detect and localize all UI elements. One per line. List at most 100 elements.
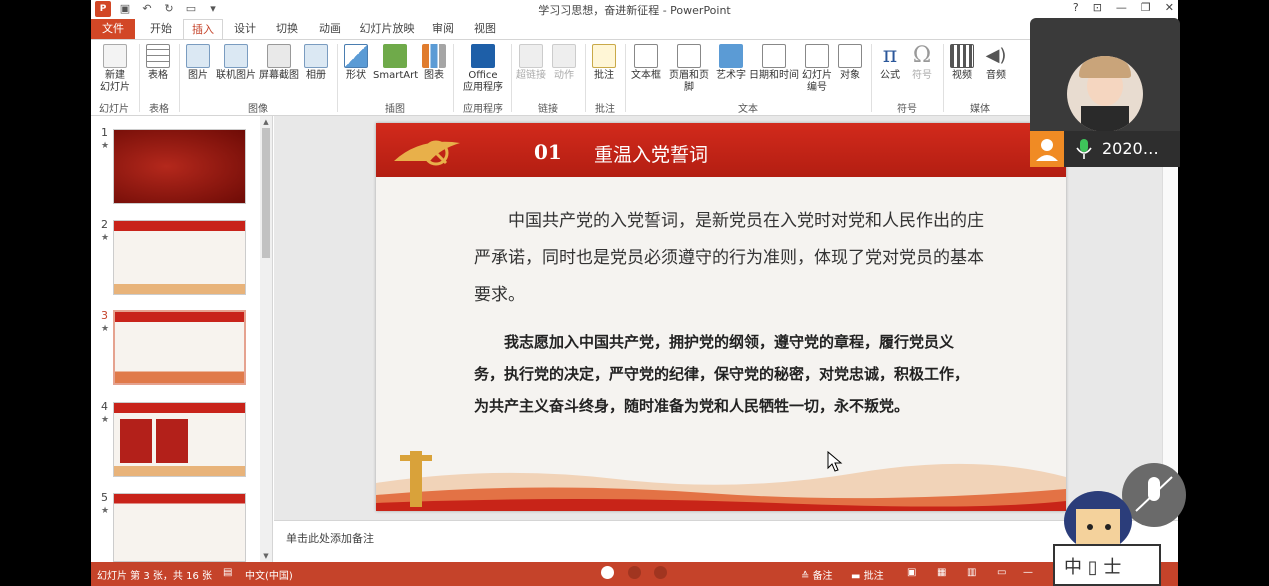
group-apps-label: 应用程序 [463,104,503,115]
minimize-icon[interactable]: — [1116,1,1127,14]
group-media-label: 媒体 [970,104,990,115]
slide-editor: 01 重温入党誓词 中国共产党的入党誓词，是新党员在入党时对党和人民作出的庄严承… [274,116,1178,520]
speaker-icon: ◀) [985,45,1007,66]
chart-button[interactable]: 图表 [419,44,449,82]
slideshow-view-icon[interactable]: ▭ [997,567,1006,578]
tab-animations[interactable]: 动画 [309,19,351,39]
smartart-button[interactable]: SmartArt [373,44,418,82]
datetime-button[interactable]: 日期和时间 [749,44,799,82]
album-button[interactable]: 相册 [301,44,331,82]
current-slide[interactable]: 01 重温入党誓词 中国共产党的入党誓词，是新党员在入党时对党和人民作出的庄严承… [376,123,1066,511]
wordart-button[interactable]: 艺术字 [715,44,747,82]
zoom-out-icon[interactable]: — [1023,567,1033,578]
language-indicator[interactable]: 中文(中国) [245,567,293,582]
smartart-icon [383,44,407,68]
thumbnail-red-book [156,419,188,463]
pi-icon: π [882,43,898,68]
scroll-up-icon[interactable]: ▲ [260,116,272,128]
thumbnail-number: 3 [101,309,108,322]
thumbnail-slide-3[interactable] [113,310,246,385]
group-separator [871,44,872,112]
object-button[interactable]: 对象 [835,44,865,82]
tab-home[interactable]: 开始 [141,19,181,39]
microphone-icon [1076,139,1092,159]
powerpoint-window: P ▣ ↶ ↻ ▭ ▾ 学习习思想，奋进新征程 - PowerPoint ? ⊡… [91,0,1178,586]
thumbnail-slide-5[interactable] [113,493,246,562]
symbol-button[interactable]: Ω 符号 [907,44,937,82]
page-dot-active [601,566,614,579]
hyperlink-button[interactable]: 超链接 [515,44,547,82]
group-images-label: 图像 [248,104,268,115]
comments-toggle-button[interactable]: ▬ 批注 [851,567,884,582]
screenshot-button[interactable]: 屏幕截图 [259,44,299,82]
group-slides-label: 幻灯片 [99,104,129,115]
thumbnail-number: 5 [101,491,108,504]
video-button[interactable]: 视频 [947,44,977,82]
ribbon-display-icon[interactable]: ⊡ [1093,1,1102,14]
thumbnail-number: 1 [101,126,108,139]
participant-video [1067,56,1143,132]
oath-description[interactable]: 中国共产党的入党誓词，是新党员在入党时对党和人民作出的庄严承诺，同时也是党员必须… [474,203,984,314]
thumbnail-slide-2[interactable] [113,220,246,295]
slide-number-button[interactable]: 幻灯片 编号 [801,44,833,94]
oath-text[interactable]: 我志愿加入中国共产党，拥护党的纲领，遵守党的章程，履行党员义务，执行党的决定，严… [474,326,974,422]
scrollbar-thumb[interactable] [262,128,270,258]
online-picture-button[interactable]: 联机图片 [215,44,257,82]
group-comments-label: 批注 [595,104,615,115]
table-button[interactable]: 表格 [143,44,173,82]
shapes-button[interactable]: 形状 [341,44,371,82]
action-button[interactable]: 动作 [549,44,579,82]
tab-transitions[interactable]: 切换 [267,19,307,39]
notes-toggle-button[interactable]: ≙ 备注 [801,567,833,582]
office-apps-button[interactable]: Office 应用程序 [457,44,509,94]
scroll-down-icon[interactable]: ▼ [260,550,272,562]
tab-view[interactable]: 视图 [465,19,505,39]
group-separator [625,44,626,112]
header-footer-button[interactable]: 页眉和页脚 [665,44,713,94]
animation-star-icon: ★ [101,324,110,334]
equation-button[interactable]: π 公式 [875,44,905,82]
restore-icon[interactable]: ❐ [1141,1,1151,14]
participant-name: 2020… [1102,139,1159,158]
status-bar: 幻灯片 第 3 张，共 16 张 ▤ 中文(中国) ≙ 备注 ▬ 批注 ▣ ▦ … [91,562,1178,586]
notes-placeholder: 单击此处添加备注 [286,532,374,545]
page-dot [654,566,667,579]
textbox-icon [634,44,658,68]
notes-pane[interactable]: 单击此处添加备注 [274,520,1178,562]
comment-button[interactable]: 批注 [589,44,619,82]
comment-icon [592,44,616,68]
spellcheck-icon[interactable]: ▤ [223,567,232,578]
group-separator [179,44,180,112]
group-separator [139,44,140,112]
slide-header: 01 重温入党誓词 [376,123,1066,177]
tab-design[interactable]: 设计 [225,19,265,39]
picture-icon [186,44,210,68]
thumbnail-slide-4[interactable] [113,402,246,477]
omega-icon: Ω [912,43,932,68]
picture-button[interactable]: 图片 [183,44,213,82]
thumbnail-slide-1[interactable] [113,129,246,204]
group-links-label: 链接 [538,104,558,115]
group-tables-label: 表格 [149,104,169,115]
group-separator [511,44,512,112]
tab-file[interactable]: 文件 [91,19,135,39]
tab-slideshow[interactable]: 幻灯片放映 [355,19,419,39]
slide-sorter-icon[interactable]: ▦ [937,567,946,578]
window-title: 学习习思想，奋进新征程 - PowerPoint [538,4,731,17]
normal-view-icon[interactable]: ▣ [907,567,916,578]
audio-button[interactable]: ◀) 音频 [981,44,1011,82]
textbox-button[interactable]: 文本框 [629,44,663,82]
section-number: 01 [534,140,562,164]
title-bar: P ▣ ↶ ↻ ▭ ▾ 学习习思想，奋进新征程 - PowerPoint ? ⊡… [91,0,1178,19]
tab-review[interactable]: 审阅 [423,19,463,39]
action-icon [552,44,576,68]
animation-star-icon: ★ [101,233,110,243]
party-emblem-icon [394,140,460,166]
reading-view-icon[interactable]: ▥ [967,567,976,578]
close-icon[interactable]: ✕ [1165,1,1174,14]
shapes-icon [344,44,368,68]
help-icon[interactable]: ? [1073,1,1079,14]
tab-insert[interactable]: 插入 [183,19,223,39]
thumbnail-scrollbar[interactable]: ▲ ▼ [260,116,272,562]
new-slide-button[interactable]: 新建 幻灯片 [95,44,135,94]
